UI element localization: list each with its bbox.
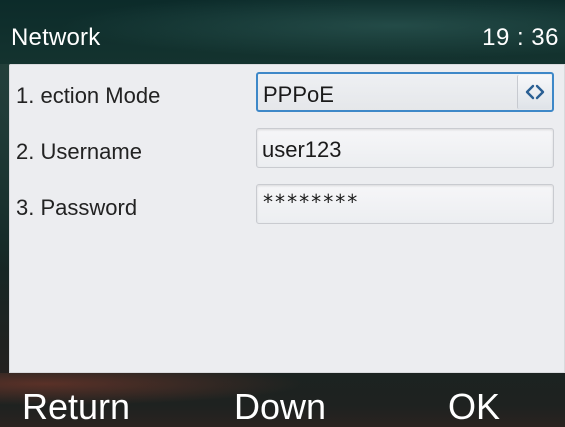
connection-mode-value: PPPoE [263,82,334,107]
username-label: 2. Username [16,139,142,164]
switch-button[interactable] [517,75,551,109]
page-title: Network [11,24,101,51]
connection-mode-select[interactable]: PPPoE [256,72,554,112]
form-row-username[interactable]: 2. Username user123 [9,124,565,176]
username-field[interactable]: user123 [256,128,554,168]
username-value: user123 [262,137,342,162]
ok-softkey[interactable]: OK [448,387,500,427]
softkey-bar: Return Down OK [0,373,565,427]
form-row-connection-mode[interactable]: 1. ection Mode PPPoE [9,68,565,120]
phone-screen: Network 19 : 36 1. ection Mode PPPoE 2. … [0,0,565,427]
title-bar: Network 19 : 36 [0,0,565,64]
password-value: ******** [262,190,359,214]
left-right-arrows-icon [525,84,545,100]
form-row-password[interactable]: 3. Password ******** [9,180,565,232]
return-softkey[interactable]: Return [22,387,130,427]
settings-panel: 1. ection Mode PPPoE 2. Username user123… [9,64,565,373]
clock: 19 : 36 [482,24,559,51]
password-field[interactable]: ******** [256,184,554,224]
password-label: 3. Password [16,195,138,220]
down-softkey[interactable]: Down [234,387,326,427]
connection-mode-label: 1. ection Mode [16,83,161,108]
